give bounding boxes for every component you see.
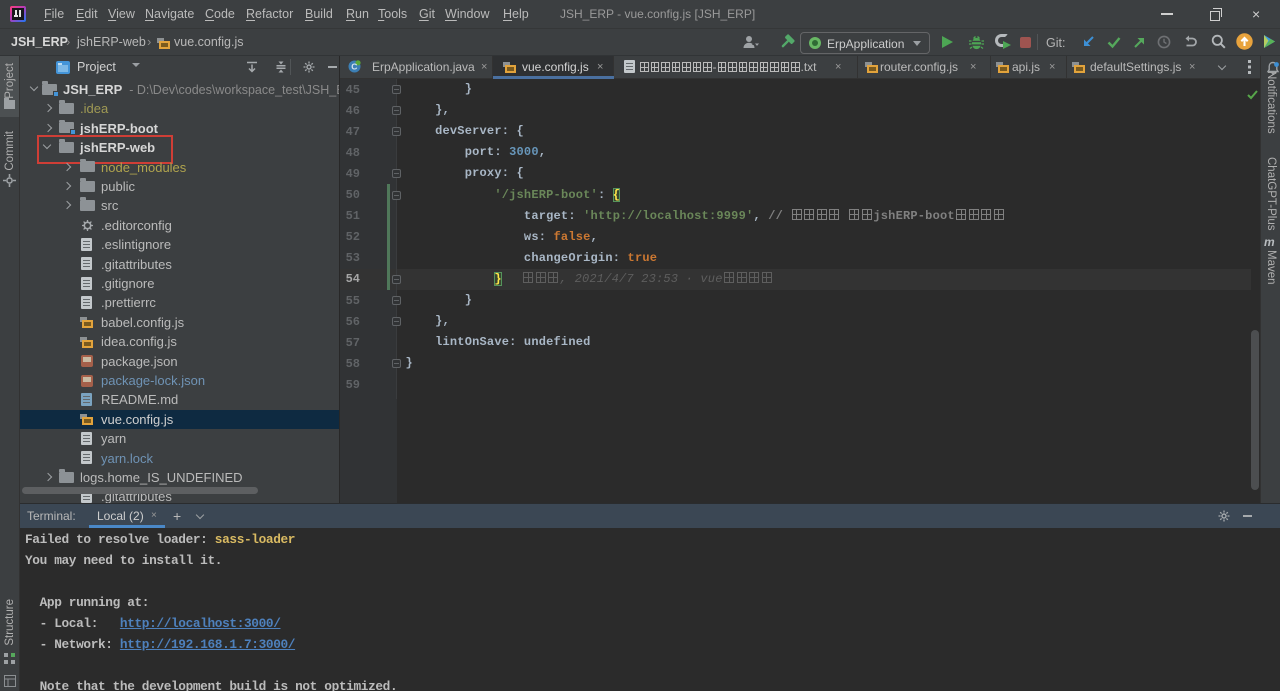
svg-text:C: C (351, 62, 357, 72)
